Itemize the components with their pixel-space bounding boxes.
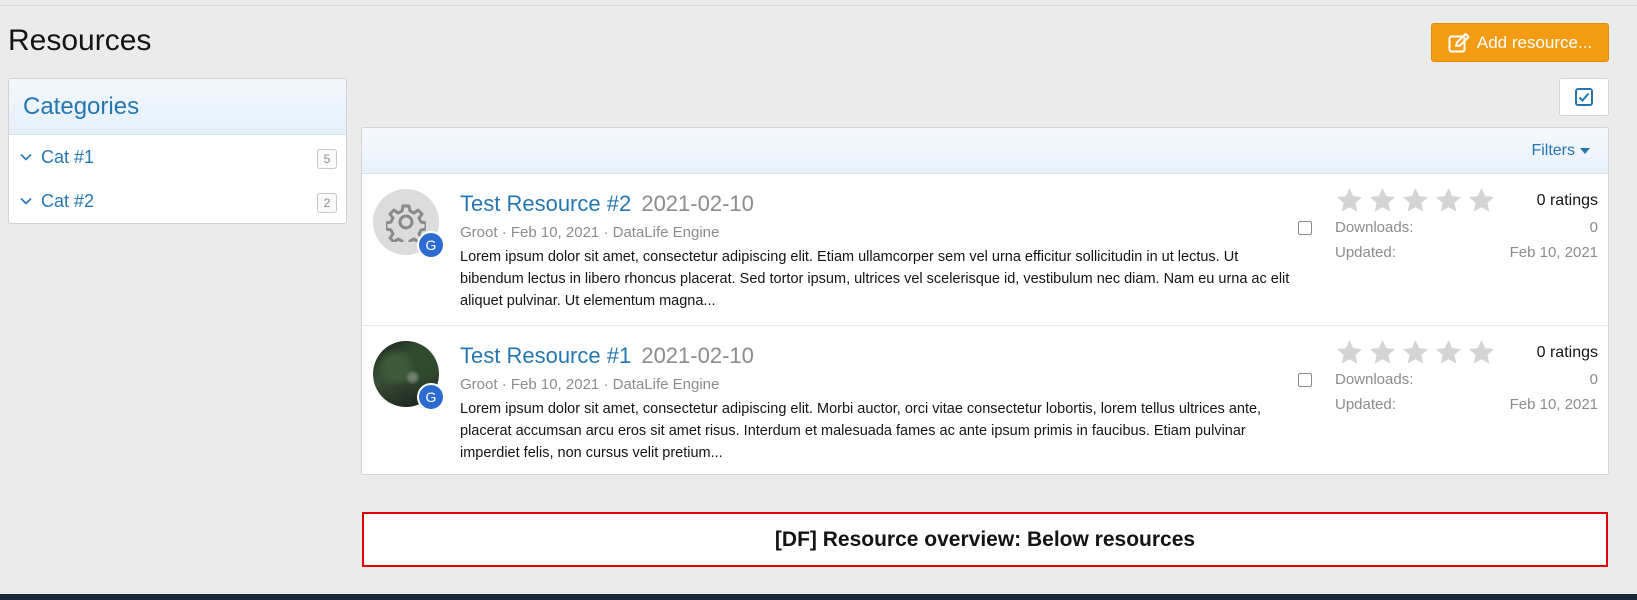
select-checkbox[interactable]: [1298, 221, 1312, 235]
star-icon: [1469, 188, 1494, 212]
star-icon: [1370, 340, 1395, 364]
meta-separator: ·: [603, 376, 613, 393]
author-link[interactable]: Groot: [460, 224, 498, 241]
category-count: 2: [317, 193, 337, 213]
add-resource-label: Add resource...: [1476, 32, 1593, 52]
filters-menu[interactable]: Filters: [1531, 142, 1590, 160]
meta-separator: ·: [501, 224, 511, 241]
resource-title-link[interactable]: Test Resource #2: [460, 191, 631, 216]
resource-meta: Groot · Feb 10, 2021 · DataLife Engine: [460, 376, 719, 393]
category-label: Cat #1: [41, 146, 95, 167]
star-icon: [1436, 188, 1461, 212]
meta-separator: ·: [501, 376, 511, 393]
footer-bar: [0, 594, 1637, 600]
resource-title: Test Resource #1 2021-02-10: [460, 343, 754, 369]
downloads-value: 0: [1589, 371, 1598, 388]
list-header: Filters: [362, 128, 1608, 174]
categories-heading: Categories: [9, 79, 346, 135]
resource-title-link[interactable]: Test Resource #1: [460, 343, 631, 368]
filters-label: Filters: [1531, 142, 1575, 159]
resource-row: G Test Resource #1 2021-02-10 Groot · Fe…: [362, 326, 1608, 474]
date-link[interactable]: Feb 10, 2021: [511, 224, 599, 241]
star-icon: [1469, 340, 1494, 364]
author-avatar[interactable]: G: [417, 383, 445, 411]
resource-description: Lorem ipsum dolor sit amet, consectetur …: [460, 249, 1290, 309]
resource-title: Test Resource #2 2021-02-10: [460, 191, 754, 217]
category-item-cat-1[interactable]: Cat #1 5: [9, 135, 346, 179]
edit-icon: [1448, 32, 1470, 53]
resource-list: Filters G Test Resource #2 2021-02-10 Gr…: [361, 127, 1609, 475]
rating-stars: [1335, 186, 1496, 215]
resource-row: G Test Resource #2 2021-02-10 Groot · Fe…: [362, 174, 1608, 326]
page-title: Resources: [8, 24, 152, 57]
author-link[interactable]: Groot: [460, 376, 498, 393]
updated-label: Updated:: [1335, 396, 1396, 413]
category-count: 5: [317, 149, 337, 169]
category-link[interactable]: DataLife Engine: [613, 224, 720, 241]
star-icon: [1370, 188, 1395, 212]
ratings-count: 0 ratings: [1536, 344, 1598, 361]
meta-separator: ·: [603, 224, 613, 241]
updated-value: Feb 10, 2021: [1509, 396, 1598, 413]
star-icon: [1337, 188, 1362, 212]
star-icon: [1403, 340, 1428, 364]
caret-down-icon: [1580, 148, 1590, 154]
category-link[interactable]: DataLife Engine: [613, 376, 720, 393]
date-link[interactable]: Feb 10, 2021: [511, 376, 599, 393]
category-label: Cat #2: [41, 190, 95, 211]
resource-meta: Groot · Feb 10, 2021 · DataLife Engine: [460, 224, 719, 241]
category-item-cat-2[interactable]: Cat #2 2: [9, 179, 346, 223]
resource-version: 2021-02-10: [641, 191, 754, 216]
star-icon: [1436, 340, 1461, 364]
ratings-count: 0 ratings: [1536, 192, 1598, 209]
updated-label: Updated:: [1335, 244, 1396, 261]
df-below-resources-widget: [DF] Resource overview: Below resources: [362, 512, 1608, 567]
checkbox-icon: [1575, 88, 1593, 106]
downloads-label: Downloads:: [1335, 219, 1414, 236]
downloads-label: Downloads:: [1335, 371, 1414, 388]
select-checkbox[interactable]: [1298, 373, 1312, 387]
star-icon: [1403, 188, 1428, 212]
resource-description: Lorem ipsum dolor sit amet, consectetur …: [460, 401, 1262, 461]
add-resource-button[interactable]: Add resource...: [1431, 23, 1609, 62]
chevron-down-icon: [20, 197, 32, 205]
top-divider: [0, 5, 1637, 6]
author-avatar[interactable]: G: [417, 231, 445, 259]
rating-stars: [1335, 338, 1496, 367]
resource-version: 2021-02-10: [641, 343, 754, 368]
downloads-value: 0: [1589, 219, 1598, 236]
chevron-down-icon: [20, 153, 32, 161]
star-icon: [1337, 340, 1362, 364]
categories-sidebar: Categories Cat #1 5 Cat #2 2: [8, 78, 347, 224]
updated-value: Feb 10, 2021: [1509, 244, 1598, 261]
select-mode-button[interactable]: [1559, 78, 1609, 116]
